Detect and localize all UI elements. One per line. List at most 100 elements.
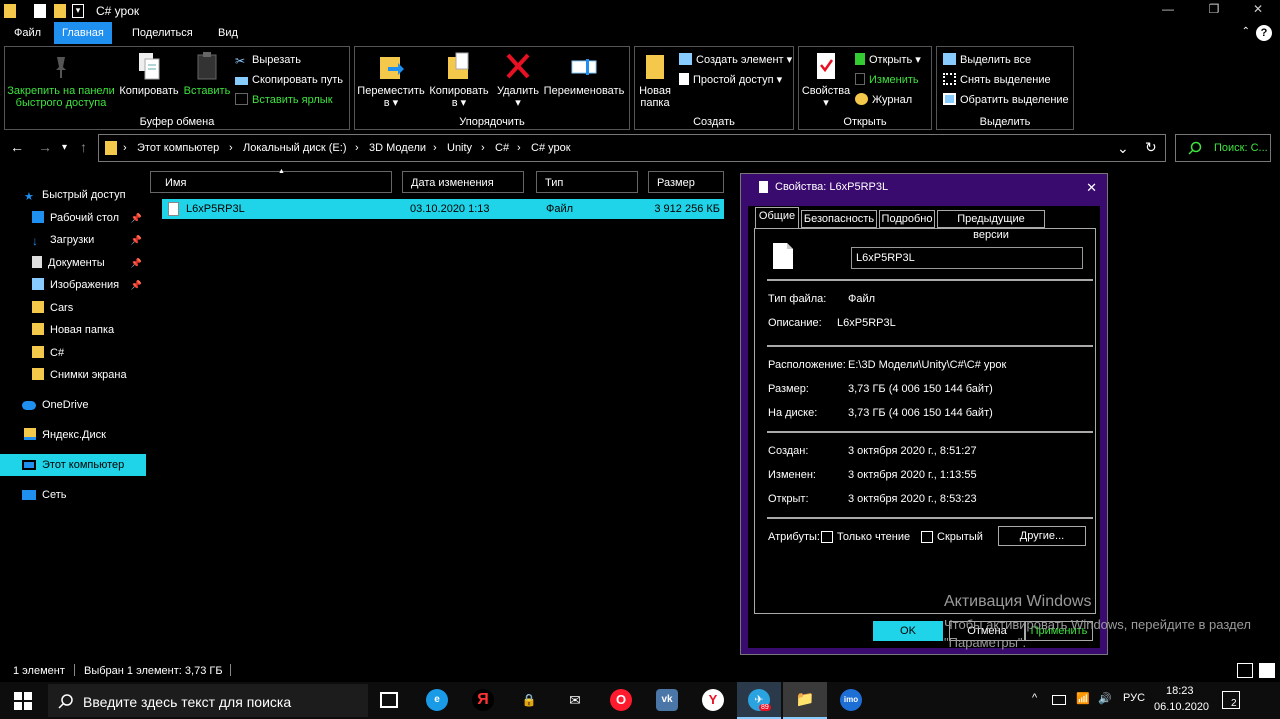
nav-pictures[interactable]: Изображения 📌 [0, 274, 146, 296]
copy-path-button[interactable]: Скопировать путь [235, 71, 343, 89]
tab-details[interactable]: Подробно [879, 210, 935, 228]
nav-cars[interactable]: Cars [0, 297, 146, 319]
nav-csharp[interactable]: C# [0, 342, 146, 364]
dialog-close-button[interactable]: ✕ [1086, 180, 1097, 196]
close-button[interactable]: ✕ [1244, 2, 1272, 20]
tab-general[interactable]: Общие [755, 207, 799, 229]
table-row[interactable]: L6xP5RP3L 03.10.2020 1:13 Файл 3 912 256… [162, 199, 724, 219]
rename-button[interactable]: Переименовать [541, 51, 627, 97]
new-folder-button[interactable]: Новая папка [637, 51, 673, 109]
nav-onedrive[interactable]: OneDrive [0, 394, 146, 416]
new-folder-quick-icon[interactable] [54, 4, 66, 18]
hidden-checkbox[interactable] [921, 531, 933, 543]
breadcrumb-3d-models[interactable]: 3D Модели [369, 142, 426, 154]
back-button[interactable]: ← [10, 139, 24, 155]
pin-icon[interactable]: 📌 [131, 229, 142, 251]
clock-date[interactable]: 06.10.2020 [1154, 701, 1209, 713]
tab-file[interactable]: Файл [6, 22, 49, 44]
easy-access-button[interactable]: Простой доступ ▾ [679, 71, 782, 89]
input-language[interactable]: РУС [1123, 692, 1145, 704]
action-center-icon[interactable]: 2 [1222, 691, 1240, 709]
details-view-icon[interactable] [1237, 663, 1253, 678]
nav-network[interactable]: Сеть [0, 484, 146, 506]
pin-quick-access-button[interactable]: Закрепить на панели быстрого доступа [5, 51, 117, 109]
copy-to-button[interactable]: Копировать в ▾ [425, 51, 493, 109]
collapse-ribbon-icon[interactable]: ⌃ [1242, 26, 1250, 37]
ok-button[interactable]: OK [873, 621, 943, 641]
column-modified[interactable]: Дата изменения [402, 171, 524, 193]
breadcrumb-unity[interactable]: Unity [447, 142, 472, 154]
readonly-checkbox[interactable] [821, 531, 833, 543]
move-to-button[interactable]: Переместить в ▾ [357, 51, 425, 109]
task-view-icon[interactable] [380, 692, 398, 708]
breadcrumb-this-pc[interactable]: Этот компьютер [137, 142, 219, 154]
nav-documents[interactable]: Документы 📌 [0, 252, 146, 274]
quick-access-dropdown-icon[interactable]: ▾ [72, 4, 84, 18]
delete-button[interactable]: Удалить ▾ [495, 51, 541, 109]
file-explorer-icon[interactable]: 📁 [783, 682, 827, 719]
select-none-button[interactable]: Снять выделение [943, 71, 1051, 89]
tab-security[interactable]: Безопасность [801, 210, 877, 228]
nav-new-folder[interactable]: Новая папка [0, 319, 146, 341]
restore-button[interactable]: ❐ [1200, 2, 1228, 20]
properties-quick-icon[interactable] [34, 4, 46, 18]
forward-button[interactable]: → [38, 139, 52, 155]
windows-start-icon[interactable] [14, 692, 32, 710]
recent-locations-button[interactable]: ▾ [62, 142, 67, 153]
telegram-icon[interactable]: ✈ 89 [737, 682, 781, 719]
help-icon[interactable]: ? [1256, 25, 1272, 41]
file-name-field[interactable]: L6xP5RP3L [851, 247, 1083, 269]
column-size[interactable]: Размер [648, 171, 724, 193]
advanced-attributes-button[interactable]: Другие... [998, 526, 1086, 546]
nav-quick-access[interactable]: ★ Быстрый доступ [0, 184, 146, 206]
yandex-icon[interactable]: Y [691, 682, 735, 719]
minimize-button[interactable]: — [1154, 2, 1182, 20]
large-icons-view-icon[interactable] [1259, 663, 1275, 678]
pin-icon[interactable]: 📌 [131, 207, 142, 229]
refresh-button[interactable]: ↻ [1145, 139, 1157, 156]
select-all-button[interactable]: Выделить все [943, 51, 1031, 69]
nav-downloads[interactable]: ↓ Загрузки 📌 [0, 229, 146, 251]
history-button[interactable]: Журнал [855, 91, 912, 109]
paste-button[interactable]: Вставить [181, 51, 233, 97]
show-hidden-icons-button[interactable]: ^ [1032, 692, 1037, 704]
properties-button[interactable]: Свойства ▾ [801, 51, 851, 109]
column-name[interactable]: Имя [150, 171, 392, 193]
battery-icon[interactable] [1052, 695, 1066, 705]
tab-share[interactable]: Поделиться [124, 22, 201, 44]
yandex-browser-icon[interactable]: Я [461, 682, 505, 719]
tab-previous-versions[interactable]: Предыдущие версии [937, 210, 1045, 241]
clock-time[interactable]: 18:23 [1166, 685, 1194, 697]
mail-icon[interactable]: ✉ [553, 682, 597, 719]
open-button[interactable]: Открыть ▾ [855, 51, 921, 69]
imo-icon[interactable]: imo [829, 682, 873, 719]
volume-icon[interactable]: 🔊 [1098, 692, 1112, 705]
nav-this-pc[interactable]: Этот компьютер [0, 454, 146, 476]
invert-selection-button[interactable]: Обратить выделение [943, 91, 1069, 109]
tab-home[interactable]: Главная [54, 22, 112, 44]
edit-button[interactable]: Изменить [855, 71, 919, 89]
cut-button[interactable]: ✂ Вырезать [235, 51, 301, 69]
pin-icon[interactable]: 📌 [131, 274, 142, 296]
paste-shortcut-button[interactable]: Вставить ярлык [235, 91, 333, 109]
vk-icon[interactable]: vk [645, 682, 689, 719]
edge-icon[interactable]: e [415, 682, 459, 719]
address-bar[interactable]: › Этот компьютер › Локальный диск (E:) ›… [98, 134, 1166, 162]
nav-screenshots[interactable]: Снимки экрана [0, 364, 146, 386]
breadcrumb-csharp[interactable]: C# [495, 142, 509, 154]
opera-icon[interactable]: O [599, 682, 643, 719]
breadcrumb-csharp-lesson[interactable]: C# урок [531, 142, 571, 154]
up-button[interactable]: ↑ [80, 139, 87, 155]
address-dropdown-button[interactable]: ⌄ [1117, 140, 1129, 157]
breadcrumb-local-disk[interactable]: Локальный диск (E:) [243, 142, 347, 154]
nav-desktop[interactable]: Рабочий стол 📌 [0, 207, 146, 229]
copy-button[interactable]: Копировать [117, 51, 181, 97]
network-icon[interactable]: 📶 [1076, 692, 1090, 705]
tab-view[interactable]: Вид [210, 22, 246, 44]
nav-yandex-disk[interactable]: Яндекс.Диск [0, 424, 146, 446]
pin-icon[interactable]: 📌 [131, 252, 142, 274]
column-type[interactable]: Тип [536, 171, 638, 193]
new-item-button[interactable]: Создать элемент ▾ [679, 51, 792, 69]
taskbar-search[interactable]: Введите здесь текст для поиска [48, 684, 368, 717]
search-input[interactable]: Поиск: С... [1175, 134, 1271, 162]
